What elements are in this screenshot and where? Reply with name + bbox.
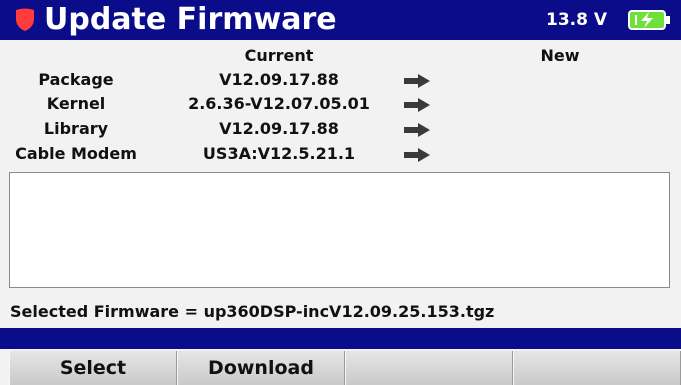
row-label-kernel: Kernel (46, 94, 106, 113)
row-current-kernel: 2.6.36-V12.07.05.01 (188, 94, 370, 113)
arrow-right-icon (404, 148, 430, 162)
battery-charging-icon (628, 10, 670, 30)
voltage-readout: 13.8 V (546, 10, 608, 30)
status-bar (0, 328, 681, 349)
column-header-current: Current (244, 46, 314, 65)
arrow-right-icon (404, 74, 430, 88)
row-current-library: V12.09.17.88 (219, 119, 339, 138)
title-bar: Update Firmware 13.8 V (0, 0, 681, 40)
select-button[interactable]: Select (9, 351, 177, 385)
column-header-new: New (540, 46, 580, 65)
softkey-4[interactable] (513, 351, 681, 385)
download-button[interactable]: Download (177, 351, 345, 385)
row-label-library: Library (43, 119, 109, 138)
softkey-bar: Select Download (0, 351, 681, 385)
row-current-package: V12.09.17.88 (219, 70, 339, 89)
row-label-cable-modem: Cable Modem (15, 144, 137, 163)
page-title: Update Firmware (44, 2, 337, 37)
softkey-3[interactable] (345, 351, 513, 385)
message-box (9, 172, 670, 288)
row-label-package: Package (38, 70, 114, 89)
arrow-right-icon (404, 123, 430, 137)
row-current-cable-modem: US3A:V12.5.21.1 (202, 144, 356, 163)
selected-firmware-label: Selected Firmware = up360DSP-incV12.09.2… (10, 302, 495, 321)
arrow-right-icon (404, 98, 430, 112)
shield-icon (16, 8, 34, 31)
